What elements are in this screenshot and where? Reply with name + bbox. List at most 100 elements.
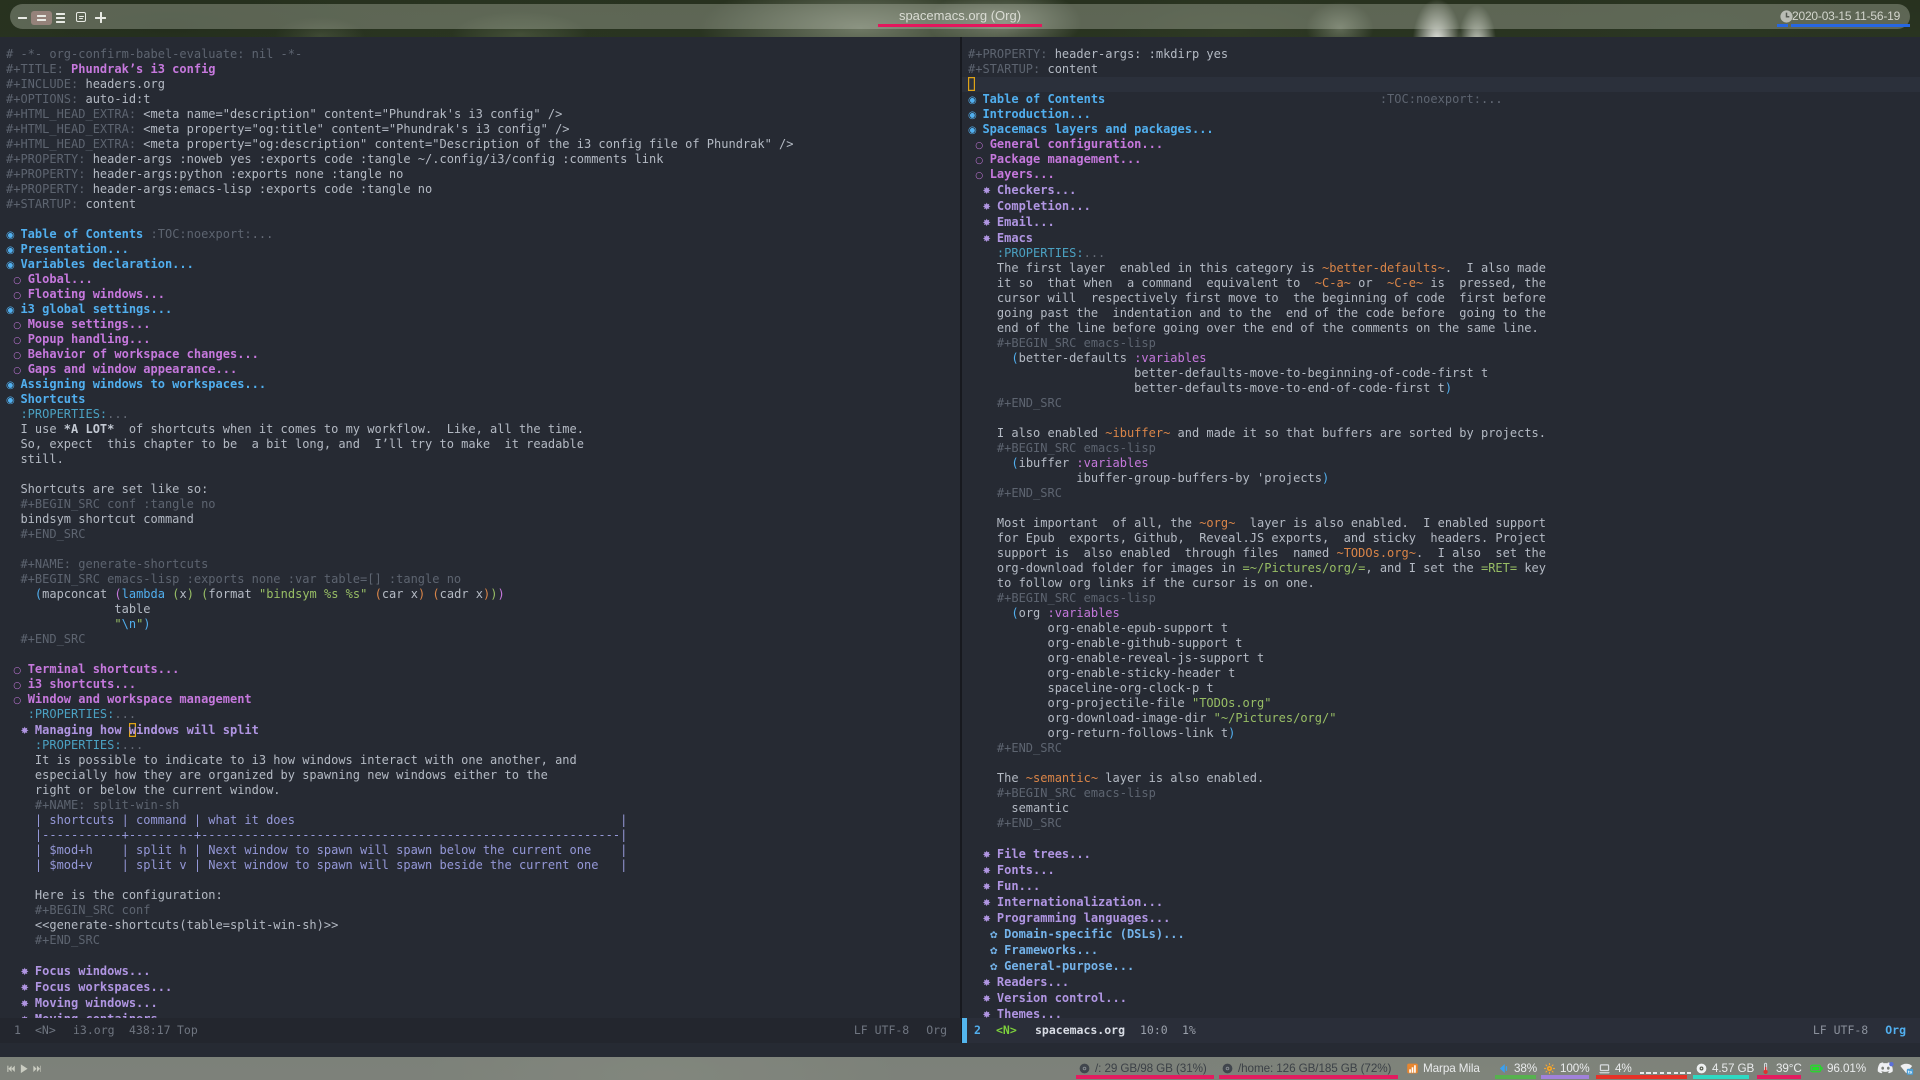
text-run: #+END_SRC	[6, 632, 86, 646]
text-run	[20, 677, 27, 691]
buffer-line: ✸ Completion...	[968, 198, 1920, 214]
text-run: )	[143, 617, 151, 631]
text-run: org-return-follows-link t	[968, 726, 1229, 740]
text-run: content	[85, 197, 137, 211]
buffer-line: I use *A LOT* of shortcuts when it comes…	[6, 422, 961, 437]
text-run	[20, 662, 27, 676]
text-run	[28, 964, 35, 978]
text-run: :PROPERTIES:	[34, 738, 122, 752]
sun-icon	[1543, 1062, 1556, 1075]
buffer-line: especially how they are organized by spa…	[6, 768, 961, 783]
text-run: it so that when a command equivalent to	[968, 276, 1315, 290]
text-run: :variables	[1076, 456, 1149, 470]
text-run: org-enable-epub-support t	[968, 621, 1229, 635]
previous-icon[interactable]	[7, 1065, 16, 1073]
text-run: Popup handling...	[27, 332, 151, 346]
buffer-line: #+END_SRC	[6, 527, 961, 542]
buffer-line: ◉ Assigning windows to workspaces...	[6, 377, 961, 392]
emacs-window-left[interactable]: # -*- org-confirm-babel-evaluate: nil -*…	[0, 37, 961, 1018]
text-run: So, expect this chapter to be a bit long…	[6, 437, 584, 451]
buffer-name: i3.org	[73, 1023, 115, 1037]
buffer-line: #+TITLE: Phundrak’s i3 config	[6, 62, 961, 77]
text-run: I also enabled	[968, 426, 1106, 440]
buffer-line: org-enable-github-support t	[968, 636, 1920, 651]
buffer-line: semantic	[968, 801, 1920, 816]
buffer-line: #+NAME: generate-shortcuts	[6, 557, 961, 572]
module-volume-underline	[1495, 1075, 1536, 1079]
text-run: Layers...	[989, 167, 1055, 181]
buffer-line: ✿ General-purpose...	[968, 958, 1920, 974]
module-music-value: Marpa Mila	[1423, 1062, 1480, 1075]
buffer-line: ✸ Moving windows...	[6, 995, 961, 1011]
module-battery[interactable]: 96.01%	[1810, 1057, 1866, 1080]
text-run	[20, 287, 27, 301]
text-run: )	[1322, 471, 1330, 485]
buffer-line: #+END_SRC	[968, 396, 1920, 411]
text-run: #+BEGIN_SRC conf	[6, 903, 151, 917]
text-run: ~ibuffer~	[1105, 426, 1171, 440]
buffer-line: ○ General configuration...	[968, 137, 1920, 152]
text-run	[20, 332, 27, 346]
text-run: =RET=	[1480, 561, 1518, 575]
text-run	[6, 407, 20, 421]
buffer-line: #+HTML_HEAD_EXTRA: <meta property="og:de…	[6, 137, 961, 152]
buffer-line: ○ Window and workspace management	[6, 692, 961, 707]
buffer-line: ✸ Programming languages...	[968, 910, 1920, 926]
media-controls[interactable]	[7, 1057, 41, 1080]
buffer-line: #+END_SRC	[968, 816, 1920, 831]
text-run: (	[1011, 456, 1019, 470]
play-icon[interactable]	[20, 1064, 28, 1074]
buffer-line: #+END_SRC	[968, 486, 1920, 501]
text-run: #+NAME: generate-shortcuts	[6, 557, 209, 571]
next-icon[interactable]	[32, 1065, 41, 1073]
scroll-position: Top	[177, 1023, 198, 1037]
emacs-window-right[interactable]: #+PROPERTY: header-args: :mkdirp yes #+ST…	[962, 37, 1920, 1018]
text-run: Shortcuts	[20, 392, 86, 406]
module-network[interactable]: ts	[1899, 1057, 1914, 1080]
text-run: ~better-defaults~	[1322, 261, 1445, 275]
text-run: mapconcat	[42, 587, 115, 601]
text-run	[20, 272, 27, 286]
text-run	[6, 587, 35, 601]
text-run: or	[1350, 276, 1388, 290]
text-run: Completion...	[996, 199, 1091, 213]
text-run	[990, 879, 997, 893]
buffer-line: still.	[6, 452, 961, 467]
speaker-icon	[1497, 1062, 1510, 1075]
text-run	[968, 231, 982, 245]
buffer-line: #+PROPERTY: header-args :noweb yes :expo…	[6, 152, 961, 167]
buffer-line: ✿ Domain-specific (DSLs)...	[968, 926, 1920, 942]
text-run	[968, 943, 990, 957]
module-discord[interactable]	[1877, 1057, 1894, 1080]
text-run	[6, 362, 13, 376]
text-run	[28, 980, 35, 994]
buffer-text-left: # -*- org-confirm-babel-evaluate: nil -*…	[6, 47, 961, 1018]
text-run	[990, 975, 997, 989]
text-run	[968, 351, 1011, 365]
buffer-line: The first layer enabled in this category…	[968, 261, 1920, 276]
evil-state: <N>	[996, 1023, 1017, 1037]
text-run	[6, 996, 20, 1010]
text-run: #+PROPERTY:	[968, 47, 1055, 61]
buffer-line: #+BEGIN_SRC emacs-lisp	[968, 441, 1920, 456]
text-run: :PROPERTIES:	[20, 407, 108, 421]
buffer-line	[968, 411, 1920, 426]
buffer-line: org-return-follows-link t)	[968, 726, 1920, 741]
text-run: Version control...	[996, 991, 1127, 1005]
buffer-line: :PROPERTIES:...	[6, 707, 961, 722]
module-disk-root-underline	[1076, 1075, 1214, 1079]
buffer-line	[6, 542, 961, 557]
module-music[interactable]: Marpa Mila	[1406, 1057, 1480, 1080]
text-run: Mouse settings...	[27, 317, 151, 331]
text-run: Checkers...	[996, 183, 1077, 197]
module-memory-value: 4.57 GB	[1712, 1062, 1755, 1075]
buffer-line: ✸ Email...	[968, 214, 1920, 230]
window-divider[interactable]	[960, 37, 962, 1043]
emacs-frame: # -*- org-confirm-babel-evaluate: nil -*…	[0, 37, 1920, 1057]
text-run: of shortcuts when it comes to my workflo…	[114, 422, 584, 436]
buffer-line	[6, 948, 961, 963]
text-run: header-args:python :exports none :tangle…	[92, 167, 404, 181]
text-run: Variables declaration...	[20, 257, 194, 271]
text-run: layer is also enabled.	[1098, 771, 1265, 785]
text-run	[990, 183, 997, 197]
